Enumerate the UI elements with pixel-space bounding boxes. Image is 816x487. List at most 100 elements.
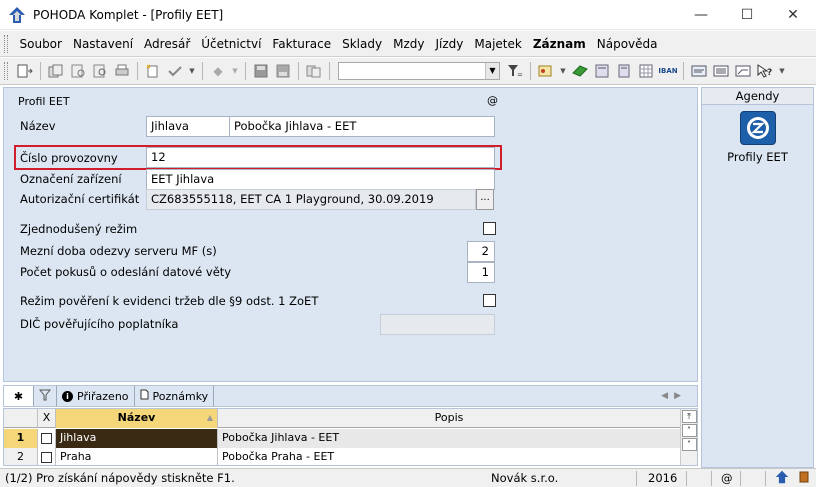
row-checkbox[interactable] bbox=[41, 451, 52, 463]
tab-scroll-arrows[interactable]: ◀▶ bbox=[661, 386, 697, 406]
title-bar: POHODA Komplet - [Profily EET] — ☐ ✕ bbox=[0, 0, 816, 30]
row-number-header bbox=[4, 409, 38, 428]
pohoda-app-icon[interactable] bbox=[8, 6, 26, 24]
new-record-icon[interactable] bbox=[144, 63, 162, 79]
pocet-pokusu-label: Počet pokusů o odeslání datové věty bbox=[20, 265, 232, 279]
minimize-button[interactable]: — bbox=[678, 0, 724, 30]
save-icon[interactable] bbox=[252, 63, 270, 79]
status-company: Novák s.r.o. bbox=[491, 471, 559, 485]
filter-icon[interactable]: = bbox=[506, 63, 524, 79]
zarizeni-input[interactable]: EET Jihlava bbox=[146, 169, 495, 190]
quick-search-combo[interactable]: ▼ bbox=[338, 62, 500, 80]
help-dropdown-icon[interactable]: ▼ bbox=[778, 63, 786, 79]
provozovna-input[interactable]: 12 bbox=[146, 147, 495, 168]
duplicate-icon[interactable] bbox=[305, 63, 323, 79]
message-icon[interactable] bbox=[690, 63, 708, 79]
grid-scrollbar[interactable]: ⤒ ˄ ˅ bbox=[680, 409, 697, 465]
menu-zaznam[interactable]: Záznam bbox=[527, 37, 591, 51]
pocet-pokusu-input[interactable]: 1 bbox=[467, 262, 495, 283]
row-checkbox-cell[interactable] bbox=[38, 448, 56, 465]
column-header-x[interactable]: X bbox=[38, 409, 56, 428]
list-icon[interactable] bbox=[712, 63, 730, 79]
mezni-doba-label: Mezní doba odezvy serveru MF (s) bbox=[20, 244, 217, 258]
sort-icon[interactable] bbox=[537, 63, 555, 79]
money-icon[interactable] bbox=[571, 63, 589, 79]
calculator-icon[interactable] bbox=[593, 63, 611, 79]
profily-eet-icon[interactable] bbox=[740, 111, 776, 145]
scroll-up-icon[interactable]: ˄ bbox=[681, 424, 697, 437]
menu-napoveda[interactable]: Nápověda bbox=[591, 37, 663, 51]
menu-mzdy[interactable]: Mzdy bbox=[388, 37, 430, 51]
grid-header: X Název ▲ Popis bbox=[4, 409, 681, 428]
row-number: 2 bbox=[4, 448, 38, 465]
dropdown-arrow-icon[interactable]: ▼ bbox=[188, 63, 196, 79]
agenda-panel: Agendy Profily EET bbox=[701, 87, 814, 468]
close-button[interactable]: ✕ bbox=[770, 0, 816, 30]
menu-bar: Soubor Nastavení Adresář Účetnictví Fakt… bbox=[0, 31, 816, 57]
print-icon[interactable] bbox=[113, 63, 131, 79]
menu-nastaveni[interactable]: Nastavení bbox=[67, 37, 138, 51]
menu-majetek[interactable]: Majetek bbox=[469, 37, 527, 51]
table-icon[interactable] bbox=[637, 63, 655, 79]
menu-sklady[interactable]: Sklady bbox=[337, 37, 388, 51]
tab-assigned[interactable]: i Přiřazeno bbox=[57, 386, 135, 406]
status-year[interactable]: 2016 bbox=[648, 471, 677, 485]
table-row[interactable]: 1 Jihlava Pobočka Jihlava - EET bbox=[4, 429, 681, 448]
check-record-icon[interactable] bbox=[166, 63, 184, 79]
combo-arrow-icon[interactable]: ▼ bbox=[485, 63, 499, 79]
zjednoduseny-checkbox[interactable] bbox=[483, 222, 496, 235]
maximize-button[interactable]: ☐ bbox=[724, 0, 770, 30]
cancel-edit-icon[interactable] bbox=[274, 63, 292, 79]
scroll-top-icon[interactable]: ⤒ bbox=[681, 410, 697, 423]
tab-notes[interactable]: Poznámky bbox=[135, 386, 215, 406]
profily-eet-label[interactable]: Profily EET bbox=[702, 150, 813, 164]
dic-label: DIČ pověřujícího poplatníka bbox=[20, 317, 179, 331]
dic-input[interactable] bbox=[380, 314, 495, 335]
zjednoduseny-label: Zjednodušený režim bbox=[20, 222, 138, 236]
column-header-popis[interactable]: Popis bbox=[218, 409, 681, 428]
povereni-checkbox[interactable] bbox=[483, 294, 496, 307]
certifikat-input[interactable]: CZ683555118, EET CA 1 Playground, 30.09.… bbox=[146, 189, 476, 210]
back-arrow-icon[interactable]: ◆ bbox=[209, 63, 227, 79]
iban-icon[interactable]: IBAN bbox=[658, 63, 677, 79]
scroll-down-icon[interactable]: ˅ bbox=[681, 438, 697, 451]
notes-icon[interactable] bbox=[734, 63, 752, 79]
print-preview-icon[interactable] bbox=[69, 63, 87, 79]
menu-jizdy[interactable]: Jízdy bbox=[430, 37, 469, 51]
calculator-alt-icon[interactable] bbox=[615, 63, 633, 79]
menu-grip[interactable] bbox=[4, 34, 8, 53]
sort-asc-icon: ▲ bbox=[206, 413, 213, 422]
tab-filter[interactable] bbox=[34, 386, 57, 406]
agenda-header: Agendy bbox=[702, 88, 813, 105]
notes-page-icon bbox=[140, 389, 149, 403]
status-pohoda-icon[interactable] bbox=[775, 470, 789, 487]
toolbar-grip[interactable] bbox=[4, 62, 8, 80]
menu-fakturace[interactable]: Fakturace bbox=[267, 37, 337, 51]
menu-soubor[interactable]: Soubor bbox=[14, 37, 67, 51]
toolbar: ▼ ◆ ▼ ▼ = ▼ IBAN ? ▼ bbox=[0, 58, 816, 85]
povereni-label: Režim pověření k evidenci tržeb dle §9 o… bbox=[20, 294, 319, 308]
certifikat-browse-button[interactable]: ... bbox=[476, 189, 494, 210]
copy-record-icon[interactable] bbox=[47, 63, 65, 79]
help-icon[interactable]: ? bbox=[756, 63, 774, 79]
nazev-description-input[interactable]: Pobočka Jihlava - EET bbox=[229, 116, 495, 137]
mezni-doba-input[interactable]: 2 bbox=[467, 241, 495, 262]
row-checkbox[interactable] bbox=[41, 432, 52, 444]
menu-ucetnictvi[interactable]: Účetnictví bbox=[196, 37, 267, 51]
menu-adresar[interactable]: Adresář bbox=[139, 37, 196, 51]
row-checkbox-cell[interactable] bbox=[38, 429, 56, 448]
forward-dropdown-icon[interactable]: ▼ bbox=[231, 63, 239, 79]
at-link[interactable]: @ bbox=[487, 94, 498, 107]
sort-dropdown-icon[interactable]: ▼ bbox=[559, 63, 567, 79]
status-tool-icon[interactable] bbox=[798, 470, 810, 487]
tab-main[interactable]: ✱ bbox=[4, 386, 34, 406]
print-zoom-icon[interactable] bbox=[91, 63, 109, 79]
form-section-title: Profil EET bbox=[18, 95, 70, 108]
status-at-icon[interactable]: @ bbox=[721, 471, 733, 485]
row-popis: Pobočka Praha - EET bbox=[218, 448, 681, 465]
column-header-nazev[interactable]: Název ▲ bbox=[56, 409, 218, 428]
nazev-input[interactable]: Jihlava bbox=[146, 116, 230, 137]
table-row[interactable]: 2 Praha Pobočka Praha - EET bbox=[4, 448, 681, 465]
info-icon: i bbox=[62, 390, 73, 402]
form-switch-icon[interactable] bbox=[16, 63, 34, 79]
